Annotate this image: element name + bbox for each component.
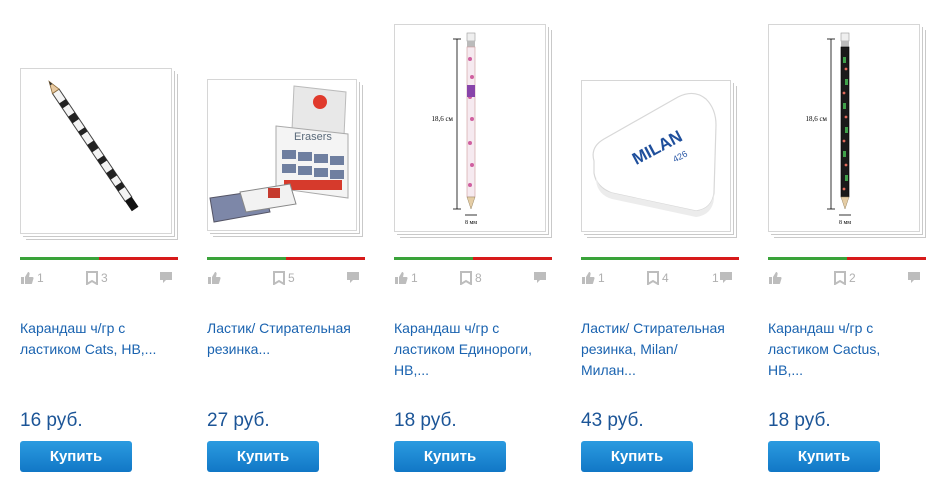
product-stats: 1 4 1 <box>581 270 739 286</box>
product-image[interactable]: 18,6 см 8 мм <box>768 24 920 232</box>
comment-icon <box>908 272 920 283</box>
product-image[interactable] <box>20 68 172 234</box>
comments-count: 1 <box>712 271 719 285</box>
rating-bar <box>207 257 365 260</box>
bookmarks-count: 2 <box>849 271 856 285</box>
rating-positive-bar <box>20 257 99 260</box>
product-image[interactable]: 18,6 см 8 мм <box>394 24 546 232</box>
product-image[interactable]: MILAN 426 <box>581 80 731 232</box>
thumbs-up-icon <box>769 272 782 284</box>
pencil-cats-image <box>48 80 139 212</box>
bookmarks-counter[interactable]: 2 <box>834 270 856 286</box>
bookmark-icon <box>273 271 285 285</box>
product-image[interactable]: Erasers <box>207 79 357 231</box>
comments-counter[interactable] <box>530 270 547 286</box>
pencil-cactus-image: 18,6 см 8 мм <box>805 32 851 226</box>
eraser-milan-image: MILAN 426 <box>592 92 717 217</box>
pencil-width-label: 8 мм <box>839 220 851 226</box>
likes-counter[interactable] <box>768 270 785 286</box>
comment-icon <box>534 272 546 283</box>
likes-count: 1 <box>598 271 605 285</box>
comments-counter[interactable] <box>904 270 921 286</box>
bookmarks-counter[interactable]: 5 <box>273 270 295 286</box>
pencil-unicorns-image: 18,6 см 8 мм <box>431 32 477 226</box>
rating-bar <box>581 257 739 260</box>
product-title-link[interactable]: Карандаш ч/гр с ластиком Cats, НВ,... <box>20 318 170 360</box>
comments-counter[interactable] <box>343 270 360 286</box>
bookmarks-count: 4 <box>662 271 669 285</box>
product-card: 18,6 см 8 мм 1 8 Карандаш ч/гр с ластико… <box>394 0 556 493</box>
product-price: 43 руб. <box>581 410 644 431</box>
bookmarks-counter[interactable]: 3 <box>86 270 108 286</box>
likes-counter[interactable] <box>207 270 224 286</box>
buy-button[interactable]: Купить <box>207 441 319 472</box>
rating-positive-bar <box>581 257 660 260</box>
thumbs-up-icon <box>582 272 595 284</box>
product-stats: 1 8 <box>394 270 552 286</box>
rating-positive-bar <box>768 257 847 260</box>
bookmarks-count: 5 <box>288 271 295 285</box>
rating-positive-bar <box>207 257 286 260</box>
bookmark-icon <box>460 271 472 285</box>
product-title-link[interactable]: Ластик/ Стирательная резинка, Milan/ Мил… <box>581 318 731 381</box>
buy-button[interactable]: Купить <box>20 441 132 472</box>
buy-button[interactable]: Купить <box>768 441 880 472</box>
pencil-width-label: 8 мм <box>465 220 477 226</box>
product-title-link[interactable]: Ластик/ Стирательная резинка... <box>207 318 357 360</box>
comment-icon <box>347 272 359 283</box>
product-price: 16 руб. <box>20 410 83 431</box>
product-price: 18 руб. <box>768 410 831 431</box>
product-price: 27 руб. <box>207 410 270 431</box>
comment-icon <box>160 272 172 283</box>
pencil-length-label: 18,6 см <box>805 115 827 123</box>
comments-counter[interactable] <box>156 270 173 286</box>
product-price: 18 руб. <box>394 410 457 431</box>
product-stats: 2 <box>768 270 926 286</box>
bookmarks-count: 8 <box>475 271 482 285</box>
likes-counter[interactable]: 1 <box>394 270 418 286</box>
bookmark-icon <box>86 271 98 285</box>
eraser-box-brand: Erasers <box>294 131 332 143</box>
thumbs-up-icon <box>395 272 408 284</box>
thumbs-up-icon <box>21 272 34 284</box>
comments-counter[interactable]: 1 <box>709 270 733 286</box>
product-card: Erasers 5 Ластик/ Стирательная резинка..… <box>207 0 369 493</box>
thumbs-up-icon <box>208 272 221 284</box>
bookmarks-counter[interactable]: 8 <box>460 270 482 286</box>
eraser-box-image: Erasers <box>209 85 349 223</box>
likes-counter[interactable]: 1 <box>581 270 605 286</box>
bookmark-icon <box>834 271 846 285</box>
buy-button[interactable]: Купить <box>394 441 506 472</box>
product-card: MILAN 426 1 4 1 Ластик/ Стирательная рез… <box>581 0 743 493</box>
rating-bar <box>394 257 552 260</box>
pencil-length-label: 18,6 см <box>431 115 453 123</box>
product-title-link[interactable]: Карандаш ч/гр с ластиком Единороги, НВ,.… <box>394 318 544 381</box>
rating-bar <box>768 257 926 260</box>
likes-count: 1 <box>411 271 418 285</box>
bookmark-icon <box>647 271 659 285</box>
product-stats: 1 3 <box>20 270 178 286</box>
buy-button[interactable]: Купить <box>581 441 693 472</box>
comment-icon <box>719 272 732 283</box>
product-card: 18,6 см 8 мм 2 Карандаш ч/гр с ластиком … <box>768 0 930 493</box>
rating-positive-bar <box>394 257 473 260</box>
product-title-link[interactable]: Карандаш ч/гр с ластиком Cactus, НВ,... <box>768 318 918 381</box>
likes-counter[interactable]: 1 <box>20 270 44 286</box>
likes-count: 1 <box>37 271 44 285</box>
bookmarks-count: 3 <box>101 271 108 285</box>
product-card: 1 3 Карандаш ч/гр с ластиком Cats, НВ,..… <box>20 0 182 493</box>
product-stats: 5 <box>207 270 365 286</box>
bookmarks-counter[interactable]: 4 <box>647 270 669 286</box>
rating-bar <box>20 257 178 260</box>
